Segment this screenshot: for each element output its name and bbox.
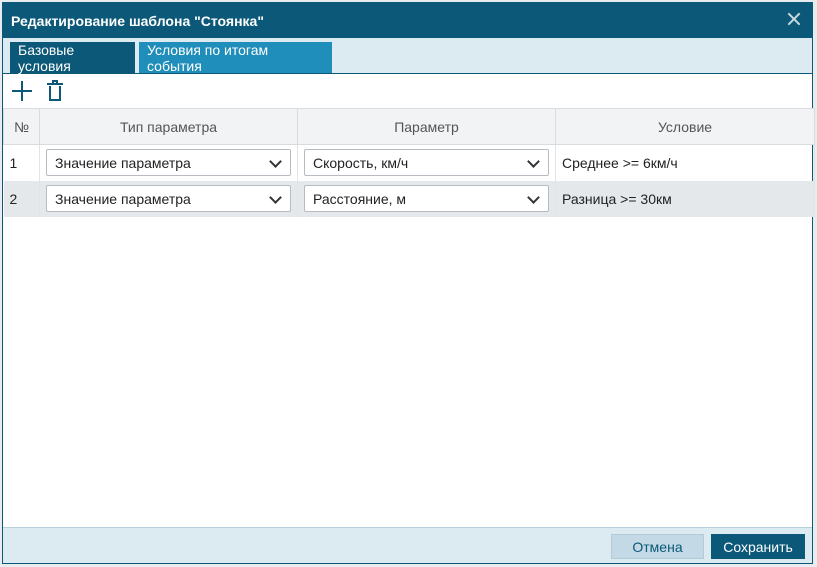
header-parameter-type[interactable]: Тип параметра	[39, 108, 298, 145]
header-condition[interactable]: Условие	[555, 108, 815, 145]
row-number: 1	[3, 144, 40, 181]
tab-event-result-conditions[interactable]: Условия по итогам события	[139, 41, 332, 74]
plus-icon[interactable]	[11, 80, 33, 102]
select-value: Скорость, км/ч	[313, 154, 409, 171]
select-value: Значение параметра	[55, 190, 191, 207]
chevron-down-icon	[269, 191, 282, 204]
tab-strip: Базовые условия Условия по итогам событи…	[3, 38, 812, 74]
cancel-button[interactable]: Отмена	[611, 534, 704, 559]
cell-parameter-type: Значение параметра	[39, 180, 298, 217]
parameter-select[interactable]: Скорость, км/ч	[304, 149, 549, 177]
close-icon[interactable]	[784, 9, 804, 29]
tab-basic-conditions[interactable]: Базовые условия	[10, 41, 135, 74]
table-row[interactable]: 2 Значение параметра Расстояние, м Разни…	[3, 180, 815, 217]
cell-condition[interactable]: Разница >= 30км	[555, 180, 815, 217]
save-button[interactable]: Сохранить	[711, 534, 805, 559]
toolbar	[3, 74, 812, 108]
dialog-titlebar: Редактирование шаблона "Стоянка"	[3, 3, 812, 38]
header-number[interactable]: №	[3, 108, 40, 145]
template-edit-dialog: Редактирование шаблона "Стоянка" Базовые…	[2, 2, 815, 564]
tab-label: Условия по итогам события	[147, 41, 269, 74]
chevron-down-icon	[527, 155, 540, 169]
table-header-row: № Тип параметра Параметр Условие	[3, 108, 815, 145]
cell-parameter: Скорость, км/ч	[297, 144, 556, 181]
cell-parameter: Расстояние, м	[297, 180, 556, 217]
chevron-down-icon	[269, 155, 282, 169]
select-value: Значение параметра	[55, 154, 191, 171]
tab-label: Базовые условия	[18, 41, 75, 74]
parameter-select[interactable]: Расстояние, м	[304, 185, 549, 212]
cell-parameter-type: Значение параметра	[39, 144, 298, 181]
cell-condition[interactable]: Среднее >= 6км/ч	[555, 144, 815, 181]
parameter-type-select[interactable]: Значение параметра	[46, 185, 291, 212]
table-row[interactable]: 1 Значение параметра Скорость, км/ч Сред…	[3, 144, 815, 181]
dialog-title: Редактирование шаблона "Стоянка"	[11, 12, 264, 29]
trash-icon[interactable]	[45, 80, 67, 102]
dialog-footer: Отмена Сохранить	[3, 527, 812, 563]
row-number: 2	[3, 180, 40, 217]
conditions-table: № Тип параметра Параметр Условие 1 Значе…	[3, 108, 815, 217]
parameter-type-select[interactable]: Значение параметра	[46, 149, 291, 177]
chevron-down-icon	[527, 191, 540, 204]
header-parameter[interactable]: Параметр	[297, 108, 556, 145]
select-value: Расстояние, м	[313, 190, 407, 207]
